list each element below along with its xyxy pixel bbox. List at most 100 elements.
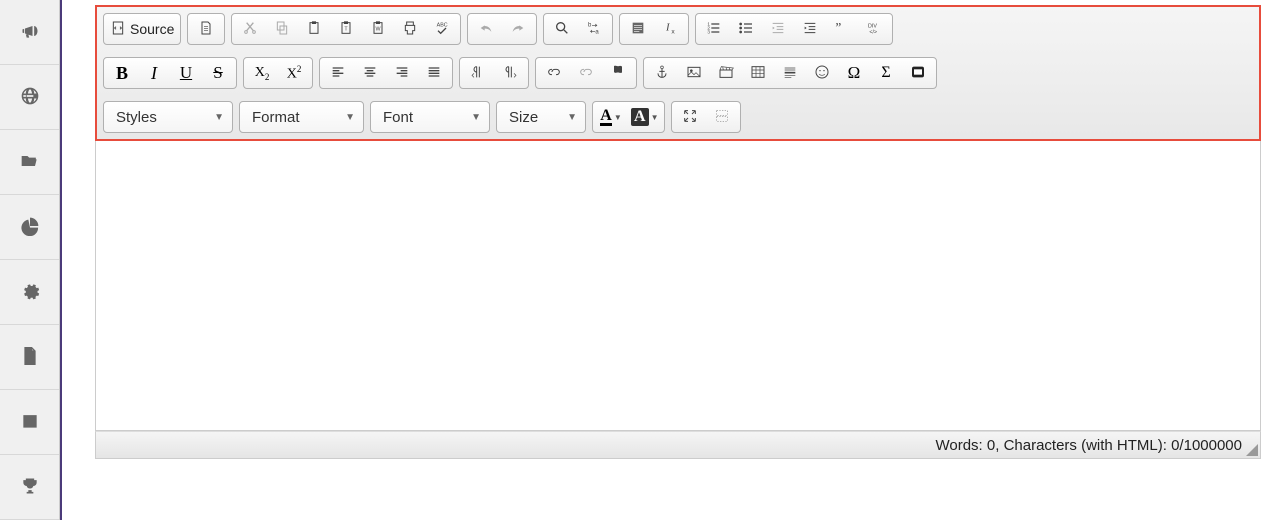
- remove-format-button[interactable]: Ix: [654, 15, 686, 43]
- toolbar-group-view: [671, 101, 741, 133]
- bullet-list-button[interactable]: [730, 15, 762, 43]
- replace-icon: ba: [586, 20, 602, 39]
- format-combo[interactable]: Format▼: [239, 101, 364, 133]
- paste-word-button[interactable]: W: [362, 15, 394, 43]
- sidebar-item-web[interactable]: [0, 65, 59, 130]
- folder-open-icon: [20, 151, 40, 174]
- toolbar-group-find: ba: [543, 13, 613, 45]
- paste-button[interactable]: [298, 15, 330, 43]
- toolbar-group-undo: [467, 13, 537, 45]
- underline-button[interactable]: U: [170, 59, 202, 87]
- smiley-icon: [814, 64, 830, 83]
- text-color-button[interactable]: A▼: [595, 103, 627, 131]
- editor-status-bar: Words: 0, Characters (with HTML): 0/1000…: [95, 431, 1261, 459]
- table-icon: [750, 64, 766, 83]
- select-all-icon: [630, 20, 646, 39]
- blockquote-button[interactable]: ”: [826, 15, 858, 43]
- flag-icon: [610, 64, 626, 83]
- link-icon: [546, 64, 562, 83]
- outdent-button[interactable]: [762, 15, 794, 43]
- toolbar-group-insert: Ω Σ: [643, 57, 937, 89]
- sidebar-item-documents[interactable]: [0, 325, 59, 390]
- toolbar-group-lists: 123 ” DIV</>: [695, 13, 893, 45]
- undo-button[interactable]: [470, 15, 502, 43]
- rtl-button[interactable]: [462, 59, 494, 87]
- spellcheck-button[interactable]: ABC: [426, 15, 458, 43]
- ltr-button[interactable]: [494, 59, 526, 87]
- align-center-icon: [362, 64, 378, 83]
- resize-handle[interactable]: [1246, 444, 1258, 456]
- toolbar-group-newpage: [187, 13, 225, 45]
- source-button[interactable]: Source: [106, 15, 178, 43]
- image-button[interactable]: [678, 59, 710, 87]
- justify-button[interactable]: [418, 59, 450, 87]
- toolbar-group-selectall: Ix: [619, 13, 689, 45]
- italic-button[interactable]: I: [138, 59, 170, 87]
- new-page-button[interactable]: [190, 15, 222, 43]
- align-right-button[interactable]: [386, 59, 418, 87]
- show-blocks-button[interactable]: [706, 103, 738, 131]
- specialchar-button[interactable]: Ω: [838, 59, 870, 87]
- superscript-icon: X2: [287, 64, 302, 83]
- copy-button[interactable]: [266, 15, 298, 43]
- font-combo[interactable]: Font▼: [370, 101, 490, 133]
- replace-button[interactable]: ba: [578, 15, 610, 43]
- svg-text:b: b: [588, 22, 592, 28]
- anchor-insert-button[interactable]: [646, 59, 678, 87]
- anchor-button[interactable]: [602, 59, 634, 87]
- toolbar-group-links: [535, 57, 637, 89]
- link-button[interactable]: [538, 59, 570, 87]
- chevron-down-icon: ▼: [471, 112, 481, 123]
- sidebar-item-calendar[interactable]: [0, 390, 59, 455]
- spellcheck-icon: ABC: [434, 20, 450, 39]
- sidebar-item-files[interactable]: [0, 130, 59, 195]
- italic-icon: I: [151, 63, 157, 84]
- toolbar-group-script: X2 X2: [243, 57, 313, 89]
- superscript-button[interactable]: X2: [278, 59, 310, 87]
- bg-color-button[interactable]: A▼: [627, 103, 662, 131]
- div-icon: DIV</>: [866, 20, 882, 39]
- unlink-button[interactable]: [570, 59, 602, 87]
- table-button[interactable]: [742, 59, 774, 87]
- size-combo[interactable]: Size▼: [496, 101, 586, 133]
- align-left-button[interactable]: [322, 59, 354, 87]
- format-combo-label: Format: [252, 109, 300, 126]
- sidebar-item-achievements[interactable]: [0, 455, 59, 520]
- strike-button[interactable]: S: [202, 59, 234, 87]
- smiley-button[interactable]: [806, 59, 838, 87]
- align-center-button[interactable]: [354, 59, 386, 87]
- select-all-button[interactable]: [622, 15, 654, 43]
- toolbar-group-clipboard: T W ABC: [231, 13, 461, 45]
- div-button[interactable]: DIV</>: [858, 15, 890, 43]
- numbered-list-button[interactable]: 123: [698, 15, 730, 43]
- redo-button[interactable]: [502, 15, 534, 43]
- hr-icon: [782, 64, 798, 83]
- text-color-icon: A: [600, 109, 612, 126]
- toolbar-group-basicstyle: B I U S: [103, 57, 237, 89]
- cut-button[interactable]: [234, 15, 266, 43]
- toolbar-group-colors: A▼ A▼: [592, 101, 665, 133]
- paste-text-button[interactable]: T: [330, 15, 362, 43]
- indent-button[interactable]: [794, 15, 826, 43]
- subscript-button[interactable]: X2: [246, 59, 278, 87]
- editor-content-area[interactable]: [95, 141, 1261, 431]
- print-button[interactable]: [394, 15, 426, 43]
- sidebar-item-settings[interactable]: [0, 260, 59, 325]
- copy-icon: [274, 20, 290, 39]
- chevron-down-icon: ▼: [567, 112, 577, 123]
- hr-button[interactable]: [774, 59, 806, 87]
- sum-button[interactable]: Σ: [870, 59, 902, 87]
- blockquote-icon: ”: [834, 20, 850, 39]
- styles-combo[interactable]: Styles▼: [103, 101, 233, 133]
- bold-button[interactable]: B: [106, 59, 138, 87]
- maximize-button[interactable]: [674, 103, 706, 131]
- find-button[interactable]: [546, 15, 578, 43]
- svg-text:DIV: DIV: [868, 23, 877, 29]
- svg-text:a: a: [596, 29, 600, 35]
- iframe-button[interactable]: [902, 59, 934, 87]
- sidebar-item-announcements[interactable]: [0, 0, 59, 65]
- strike-icon: S: [213, 63, 222, 83]
- sidebar-item-analytics[interactable]: [0, 195, 59, 260]
- align-left-icon: [330, 64, 346, 83]
- video-button[interactable]: [710, 59, 742, 87]
